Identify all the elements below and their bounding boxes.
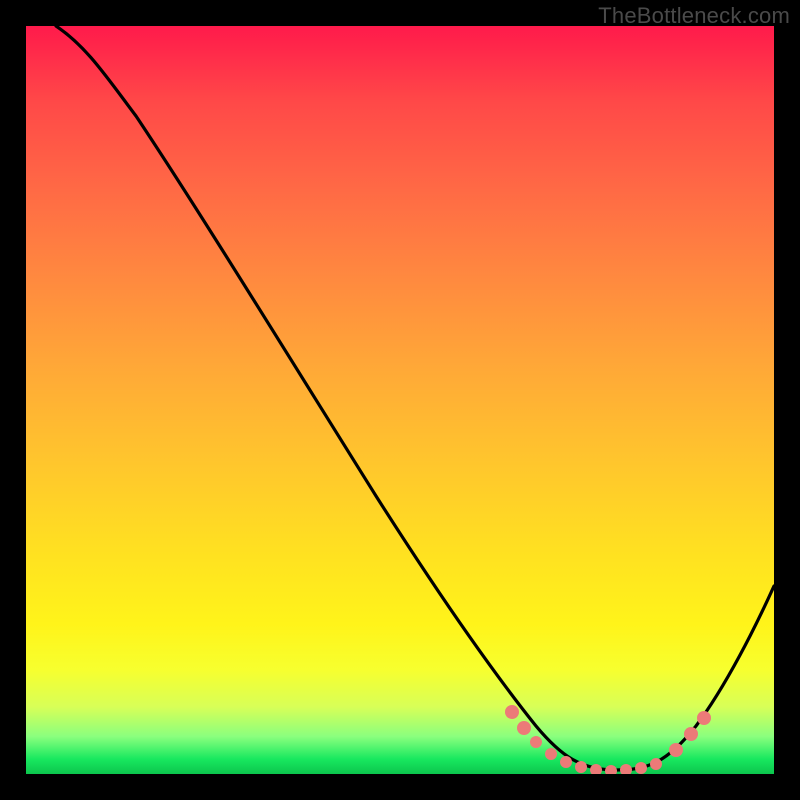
marker-dot: [575, 761, 587, 773]
marker-dot: [605, 765, 617, 774]
marker-dot: [697, 711, 711, 725]
chart-frame: TheBottleneck.com: [0, 0, 800, 800]
marker-dot: [684, 727, 698, 741]
marker-dot: [517, 721, 531, 735]
marker-dot: [650, 758, 662, 770]
plot-area: [26, 26, 774, 774]
marker-dot: [505, 705, 519, 719]
marker-dot: [669, 743, 683, 757]
marker-dot: [545, 748, 557, 760]
bottleneck-curve: [56, 26, 774, 770]
marker-dot: [560, 756, 572, 768]
marker-dot: [530, 736, 542, 748]
marker-dot: [620, 764, 632, 774]
watermark-text: TheBottleneck.com: [598, 3, 790, 29]
marker-dot: [635, 762, 647, 774]
bottleneck-curve-svg: [26, 26, 774, 774]
marker-group: [505, 705, 711, 774]
